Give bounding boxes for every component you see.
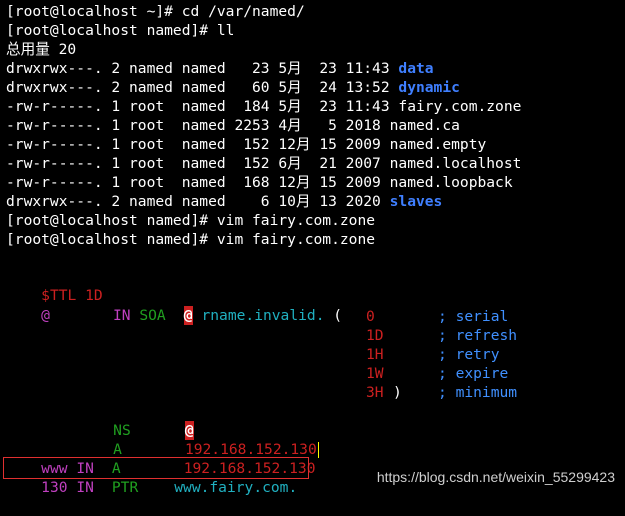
listing-file-name: named.empty xyxy=(389,136,487,153)
soa-param-value: 1H xyxy=(366,346,384,363)
listing-row: -rw-r-----. 1 root named 152 12月 15 2009… xyxy=(6,135,486,154)
listing-total: 总用量 20 xyxy=(6,41,77,58)
listing-row-meta: drwxrwx---. 2 named named 60 5月 24 13:52 xyxy=(6,79,399,96)
shell-line-vim-1: [root@localhost named]# vim fairy.com.zo… xyxy=(6,212,376,229)
soa-param-value: 1W xyxy=(366,365,384,382)
listing-dir-name: dynamic xyxy=(398,79,460,96)
listing-row: drwxrwx---. 2 named named 60 5月 24 13:52… xyxy=(6,78,460,97)
text-cursor xyxy=(317,442,319,458)
listing-dir-name: data xyxy=(398,60,434,77)
listing-dir-name: slaves xyxy=(389,193,443,210)
zone-ns-line: NS @ xyxy=(6,402,194,440)
listing-file-name: named.localhost xyxy=(389,155,522,172)
listing-row: -rw-r-----. 1 root named 152 6月 21 2007 … xyxy=(6,154,521,173)
ptr-type: PTR xyxy=(111,479,139,496)
shell-line-vim-2: [root@localhost named]# vim fairy.com.zo… xyxy=(6,231,376,248)
zone-ttl-line: $TTL 1D xyxy=(6,267,103,304)
soa-param-value: 3H xyxy=(366,384,384,401)
listing-row: drwxrwx---. 2 named named 6 10月 13 2020 … xyxy=(6,192,442,211)
listing-row: -rw-r-----. 1 root named 168 12月 15 2009… xyxy=(6,173,513,192)
listing-row: -rw-r-----. 1 root named 184 5月 23 11:43… xyxy=(6,97,521,116)
listing-file-name: named.ca xyxy=(389,117,460,134)
soa-param-comment: ; refresh xyxy=(438,327,518,344)
soa-param-comment: ; retry xyxy=(438,346,500,363)
soa-param-comment: ; serial xyxy=(438,308,509,325)
listing-row-meta: -rw-r-----. 1 root named 184 5月 23 11:43 xyxy=(6,98,399,115)
shell-line-ll: [root@localhost named]# ll xyxy=(6,22,235,39)
soa-param-comment: ; expire xyxy=(438,365,509,382)
terminal-window[interactable]: [root@localhost ~]# cd /var/named/ [root… xyxy=(6,0,625,496)
soa-param-comment: ; minimum xyxy=(438,384,518,401)
zone-a-line: A 192.168.152.130 xyxy=(6,421,319,458)
soa-close-paren: ) xyxy=(393,384,402,401)
shell-line-cd: [root@localhost ~]# cd /var/named/ xyxy=(6,3,305,20)
listing-row: -rw-r-----. 1 root named 2253 4月 5 2018 … xyxy=(6,116,460,135)
soa-param-line: 3H) ; minimum xyxy=(6,383,517,402)
listing-row-meta: drwxrwx---. 2 named named 6 10月 13 2020 xyxy=(6,193,390,210)
soa-param-line: 1W ; expire xyxy=(6,364,508,383)
listing-row-meta: -rw-r-----. 1 root named 2253 4月 5 2018 xyxy=(6,117,390,134)
ptr-value: www.fairy.com. xyxy=(174,479,298,496)
soa-param-line: 0 ; serial xyxy=(6,307,508,326)
ptr-highlight-box xyxy=(3,457,309,479)
watermark: https://blog.csdn.net/weixin_55299423 xyxy=(376,469,615,485)
soa-param-value: 0 xyxy=(366,308,375,325)
listing-file-name: named.loopback xyxy=(389,174,513,191)
soa-param-line: 1H ; retry xyxy=(6,345,500,364)
soa-param-value: 1D xyxy=(366,327,384,344)
listing-row-meta: drwxrwx---. 2 named named 23 5月 23 11:43 xyxy=(6,60,399,77)
zone-soa-line: @ IN SOA @ rname.invalid. ( xyxy=(6,287,342,325)
listing-row: drwxrwx---. 2 named named 23 5月 23 11:43… xyxy=(6,59,434,78)
ptr-class: IN xyxy=(76,479,94,496)
listing-file-name: fairy.com.zone xyxy=(398,98,522,115)
listing-row-meta: -rw-r-----. 1 root named 168 12月 15 2009 xyxy=(6,174,390,191)
soa-param-line: 1D ; refresh xyxy=(6,326,517,345)
listing-row-meta: -rw-r-----. 1 root named 152 12月 15 2009 xyxy=(6,136,390,153)
listing-row-meta: -rw-r-----. 1 root named 152 6月 21 2007 xyxy=(6,155,390,172)
ptr-owner: 130 xyxy=(41,479,68,496)
